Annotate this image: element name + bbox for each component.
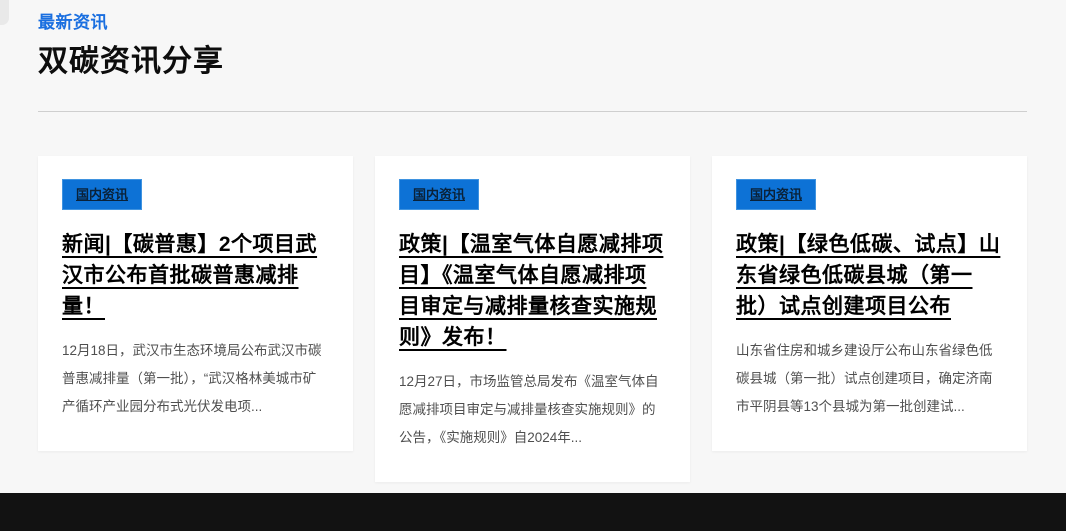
news-page: { "theme": { "page_background": "#f7f7f7…: [0, 0, 1066, 531]
news-excerpt: 12月27日，市场监管总局发布《温室气体自愿减排项目审定与减排量核查实施规则》的…: [399, 368, 666, 452]
section-divider: [38, 111, 1027, 112]
news-excerpt: 12月18日，武汉市生态环境局公布武汉市碳普惠减排量（第一批），“武汉格林美城市…: [62, 337, 329, 421]
section-eyebrow: 最新资讯: [38, 8, 1027, 33]
news-title-link[interactable]: 新闻|【碳普惠】2个项目武汉市公布首批碳普惠减排量！: [62, 229, 329, 322]
scrollbar-remnant: [0, 0, 9, 25]
footer-bar: [0, 493, 1066, 531]
news-card: 国内资讯 政策|【温室气体自愿减排项目】《温室气体自愿减排项目审定与减排量核查实…: [375, 156, 690, 482]
news-title-link[interactable]: 政策|【温室气体自愿减排项目】《温室气体自愿减排项目审定与减排量核查实施规则》发…: [399, 229, 666, 353]
news-section: 最新资讯 双碳资讯分享 国内资讯 新闻|【碳普惠】2个项目武汉市公布首批碳普惠减…: [38, 8, 1027, 482]
category-badge[interactable]: 国内资讯: [399, 179, 479, 210]
news-title-link[interactable]: 政策|【绿色低碳、试点】山东省绿色低碳县城（第一批）试点创建项目公布: [736, 229, 1003, 322]
category-badge[interactable]: 国内资讯: [736, 179, 816, 210]
news-card: 国内资讯 新闻|【碳普惠】2个项目武汉市公布首批碳普惠减排量！ 12月18日，武…: [38, 156, 353, 451]
category-badge[interactable]: 国内资讯: [62, 179, 142, 210]
news-card: 国内资讯 政策|【绿色低碳、试点】山东省绿色低碳县城（第一批）试点创建项目公布 …: [712, 156, 1027, 451]
news-excerpt: 山东省住房和城乡建设厅公布山东省绿色低碳县城（第一批）试点创建项目，确定济南市平…: [736, 337, 1003, 421]
page-title: 双碳资讯分享: [38, 36, 1027, 80]
news-card-list: 国内资讯 新闻|【碳普惠】2个项目武汉市公布首批碳普惠减排量！ 12月18日，武…: [38, 156, 1027, 482]
